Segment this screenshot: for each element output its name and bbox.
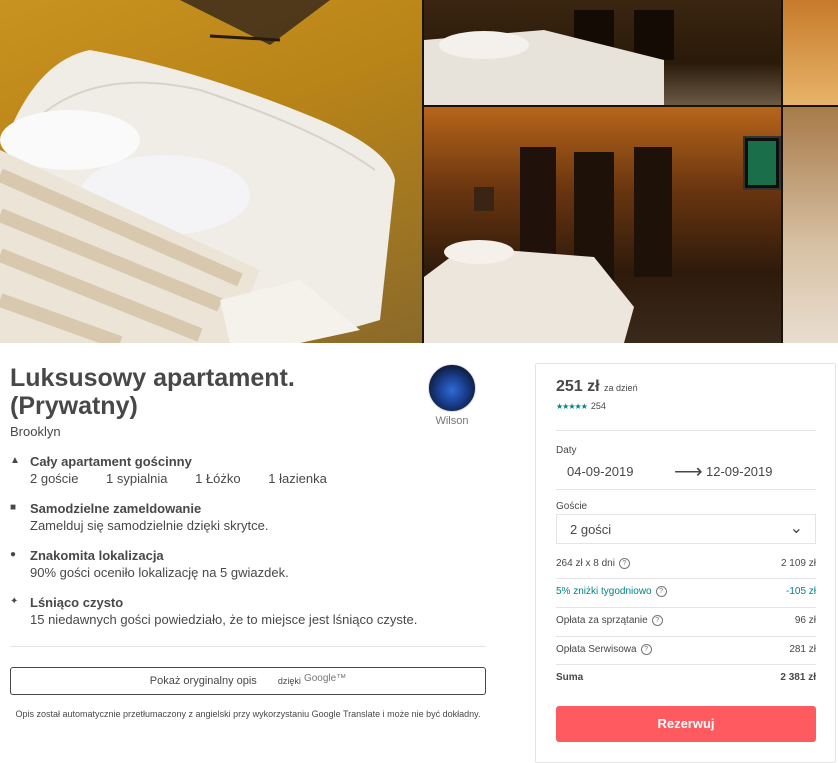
price-value: 251 zł <box>556 378 600 395</box>
chevron-down-icon: ⌄ <box>789 520 803 537</box>
line-value: 96 zł <box>794 615 816 626</box>
review-count: 254 <box>590 401 606 411</box>
guests-select[interactable]: 2 gości ⌄ <box>556 514 816 544</box>
line-label: Suma <box>556 672 584 683</box>
beds-count: 1 Łóżko <box>195 471 241 486</box>
nightly-price: 251 zł za dzień <box>556 378 638 396</box>
divider <box>556 578 816 579</box>
help-icon[interactable]: ? <box>651 615 663 626</box>
arrow-right-icon: ⟶ <box>674 461 703 483</box>
divider <box>556 664 816 665</box>
feature-heading: Znakomita lokalizacja <box>30 548 164 563</box>
feature-heading: Cały apartament gościnny <box>30 454 192 469</box>
house-icon: ▲ <box>10 455 20 466</box>
date-picker: 04-09-2019 ⟶ 12-09-2019 <box>556 456 816 490</box>
help-icon[interactable]: ? <box>640 644 652 655</box>
feature-details: 2 goście 1 sypialnia 1 Łóżko 1 łazienka <box>30 471 351 486</box>
guests-value: 2 gości <box>570 522 612 537</box>
show-original-description-button[interactable]: Pokaż oryginalny opis dzięki Google™ <box>10 667 486 695</box>
door-icon: ■ <box>10 502 17 513</box>
feature-heading: Samodzielne zameldowanie <box>30 501 202 516</box>
listing-title: Luksusowy apartament. (Prywatny) <box>10 364 295 420</box>
star-icon: ★★★★★ <box>556 402 588 411</box>
photo-2[interactable] <box>424 0 781 105</box>
price-line-cleaning: Opłata za sprzątanie? 96 zł <box>556 615 816 629</box>
listing-location[interactable]: Brooklyn <box>10 424 61 439</box>
line-value: -105 zł <box>785 586 816 597</box>
host-name[interactable]: Wilson <box>426 415 478 427</box>
line-label: 264 zł x 8 dni <box>556 558 615 569</box>
checkout-date-input[interactable]: 12-09-2019 <box>706 464 773 479</box>
photo-4[interactable] <box>424 107 781 343</box>
bathrooms-count: 1 łazienka <box>268 471 327 486</box>
reserve-button[interactable]: Rezerwuj <box>556 706 816 742</box>
feature-details: 90% gości oceniło lokalizację na 5 gwiaz… <box>30 565 289 580</box>
main-photo[interactable] <box>0 0 422 343</box>
line-value: 2 109 zł <box>780 558 816 569</box>
avatar[interactable] <box>428 364 476 412</box>
photo-gallery <box>0 0 838 343</box>
dates-label: Daty <box>556 445 577 456</box>
line-label: Opłata za sprzątanie <box>556 615 648 626</box>
divider <box>556 430 816 431</box>
rating[interactable]: ★★★★★ 254 <box>556 401 606 411</box>
divider <box>556 607 816 608</box>
guests-count: 2 goście <box>30 471 79 486</box>
photo-3[interactable] <box>783 0 838 105</box>
google-logo: Google™ <box>303 673 347 684</box>
feature-details: 15 niedawnych gości powiedziało, że to m… <box>30 612 418 627</box>
translation-disclaimer: Opis został automatycznie przetłumaczony… <box>15 709 481 719</box>
checkin-date-input[interactable]: 04-09-2019 <box>567 464 634 479</box>
help-icon[interactable]: ? <box>618 558 630 569</box>
line-value: 2 381 zł <box>780 672 816 683</box>
sparkle-icon: ✦ <box>10 596 19 607</box>
button-label: Pokaż oryginalny opis <box>149 675 257 687</box>
booking-panel: 251 zł za dzień ★★★★★ 254 Daty 04-09-2019… <box>535 363 836 763</box>
price-unit: za dzień <box>604 383 638 393</box>
price-line-nights: 264 zł x 8 dni? 2 109 zł <box>556 558 816 572</box>
host-profile[interactable]: Wilson <box>426 364 478 427</box>
line-label: Opłata Serwisowa <box>556 644 637 655</box>
divider <box>10 646 486 647</box>
line-value: 281 zł <box>789 644 816 655</box>
help-icon[interactable]: ? <box>655 586 667 597</box>
divider <box>556 636 816 637</box>
pin-icon: ● <box>10 549 17 560</box>
photo-5[interactable] <box>783 107 838 343</box>
price-line-total: Suma 2 381 zł <box>556 672 816 686</box>
feature-details: Zamelduj się samodzielnie dzięki skrytce… <box>30 518 269 533</box>
thanks-text: dzięki <box>277 676 301 686</box>
line-label: 5% zniżki tygodniowo <box>556 586 652 597</box>
price-line-weekly-discount: 5% zniżki tygodniowo? -105 zł <box>556 586 816 600</box>
feature-heading: Lśniąco czysto <box>30 595 124 610</box>
price-line-service: Opłata Serwisowa? 281 zł <box>556 644 816 658</box>
guests-label: Goście <box>556 501 588 512</box>
bedrooms-count: 1 sypialnia <box>106 471 168 486</box>
